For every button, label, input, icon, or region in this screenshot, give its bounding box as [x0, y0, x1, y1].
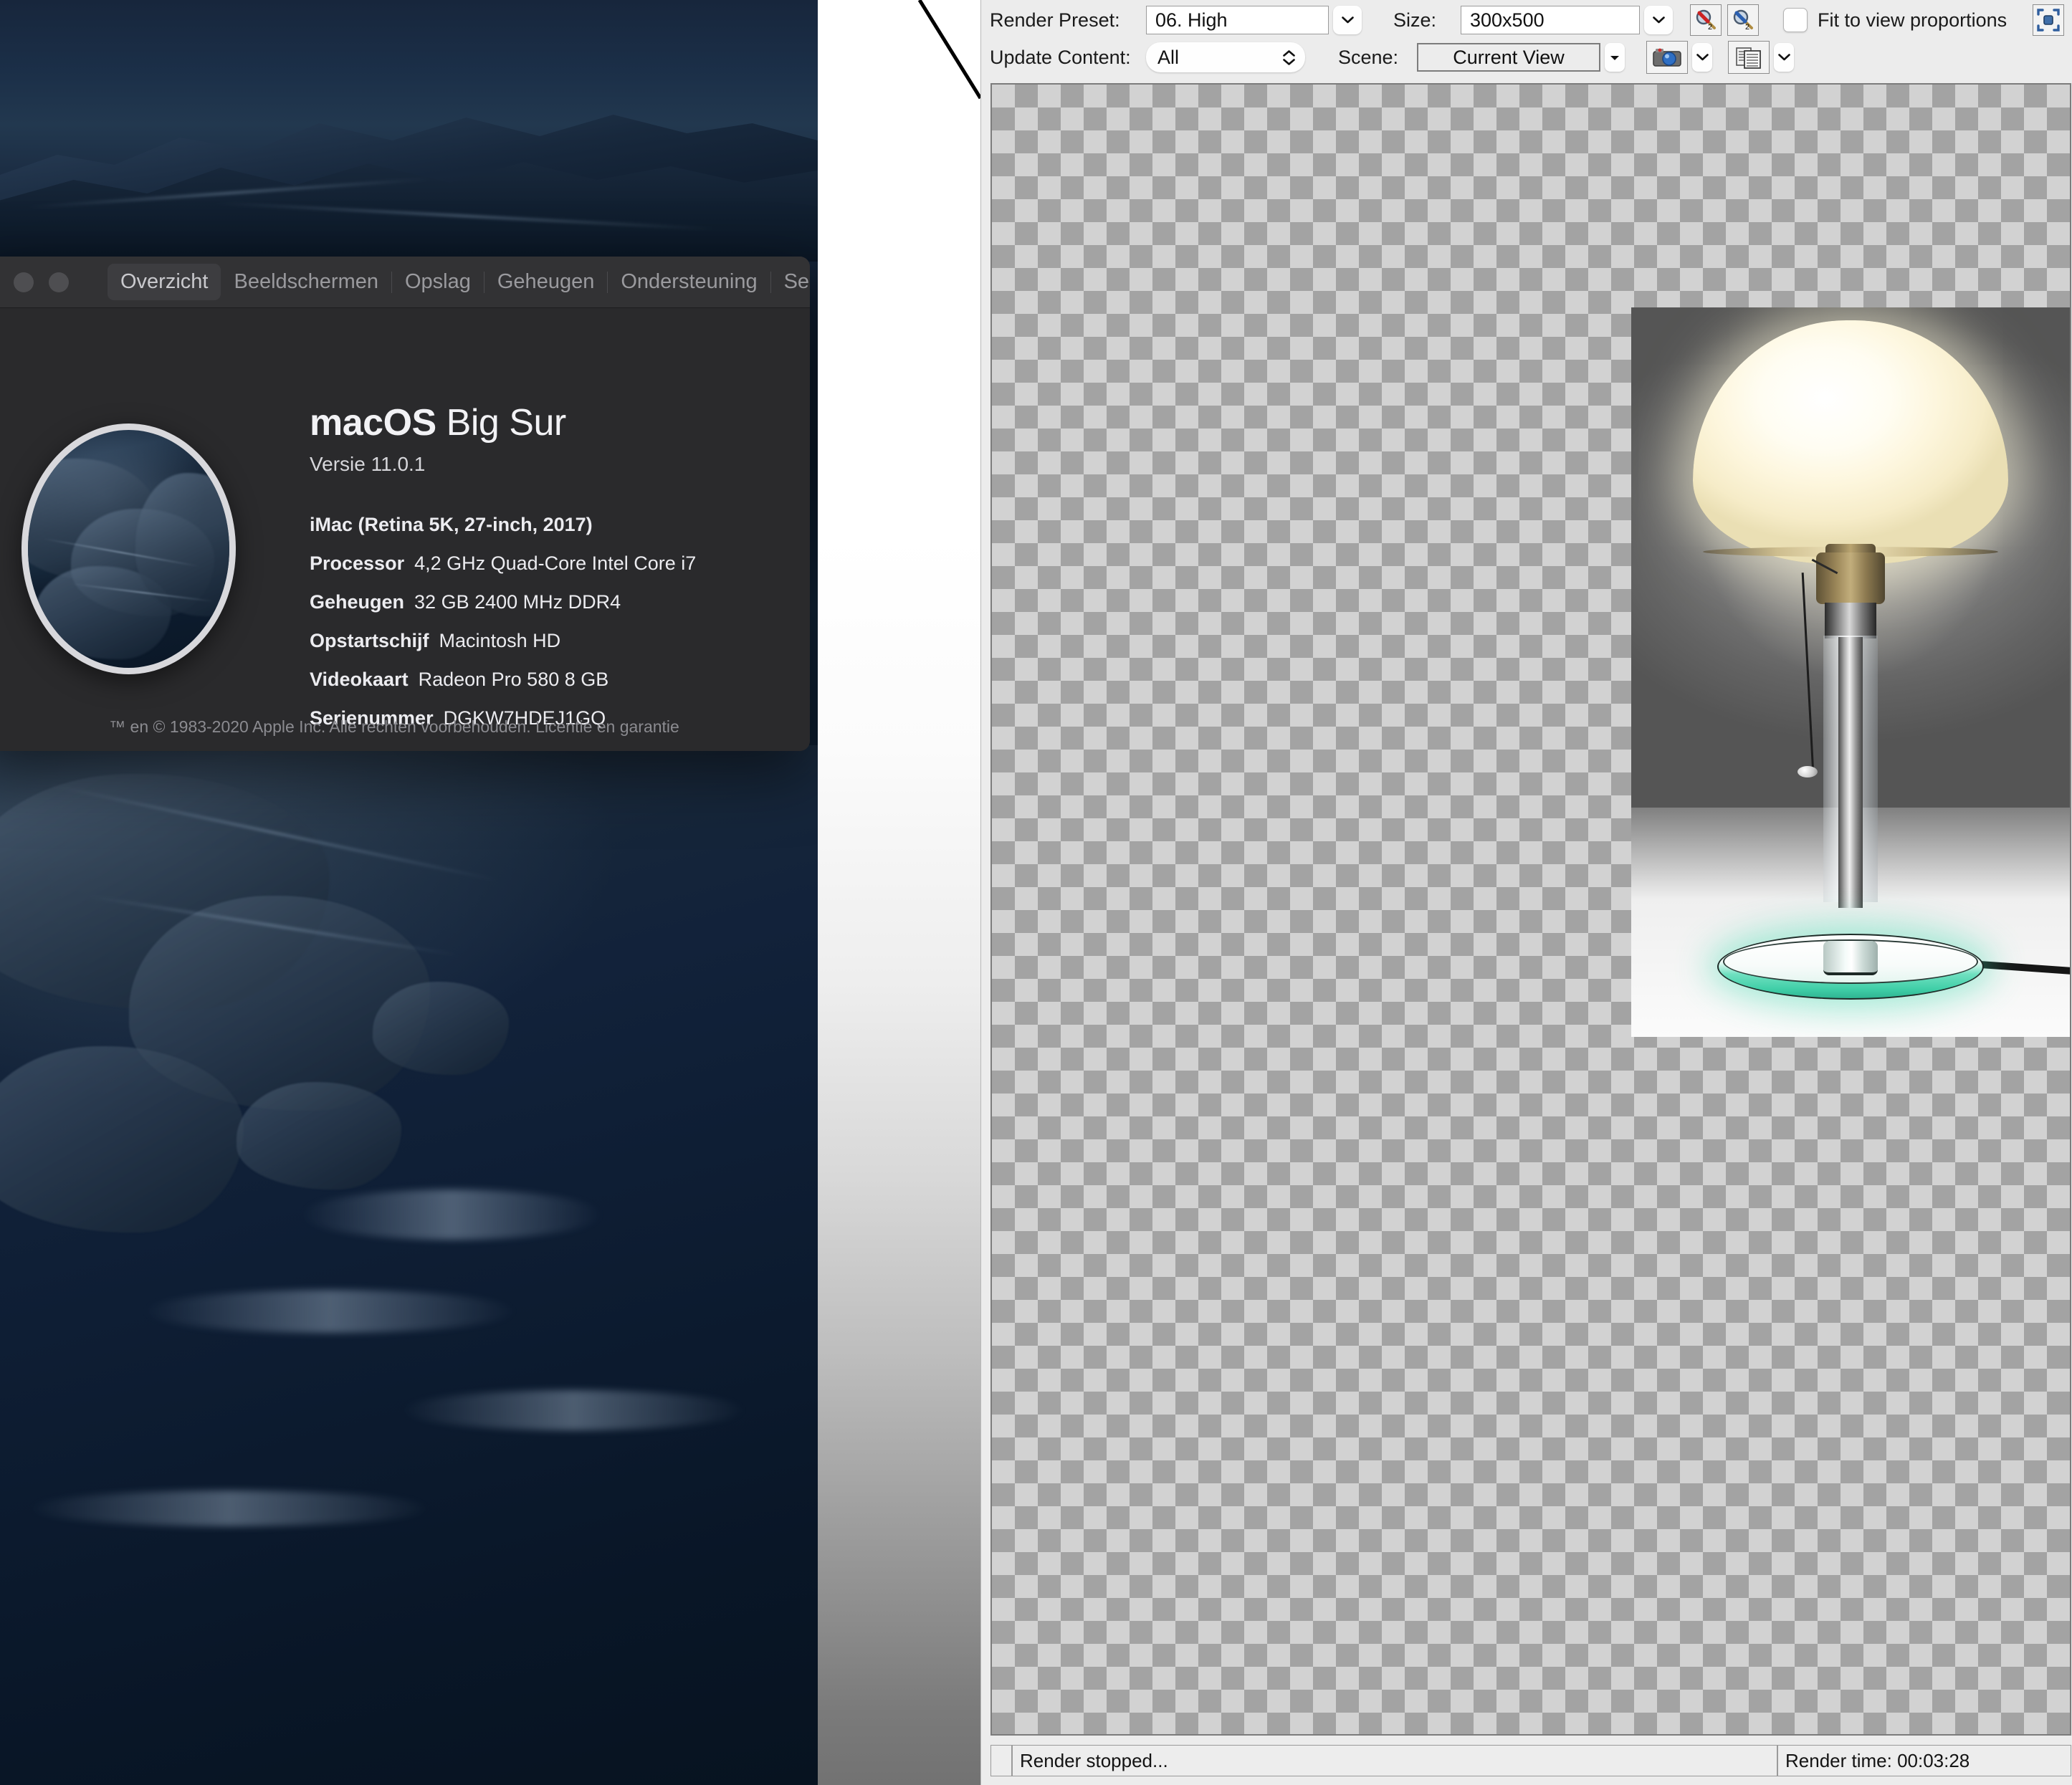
- camera-icon: [1653, 48, 1681, 67]
- spec-row: Videokaart Radeon Pro 580 8 GB: [310, 669, 783, 691]
- mac-desktop-picture: [22, 423, 236, 674]
- zoom-in-button[interactable]: 2: [1690, 4, 1722, 36]
- chevron-down-icon: [1341, 16, 1354, 24]
- spec-row: Processor 4,2 GHz Quad-Core Intel Core i7: [310, 552, 783, 575]
- size-field[interactable]: 300x500: [1461, 6, 1640, 34]
- update-content-value: All: [1157, 46, 1180, 68]
- spec-key: Processor: [310, 552, 405, 574]
- minimize-button-icon[interactable]: [14, 272, 34, 292]
- fit-to-view-checkbox[interactable]: [1783, 8, 1808, 32]
- chevron-down-icon: [1652, 16, 1665, 24]
- update-content-stepper[interactable]: All: [1146, 42, 1305, 72]
- render-toolbar: Render Preset: 06. High Size: 300x500 2: [981, 0, 2072, 80]
- tab-bar: Overzicht Beeldschermen Opslag Geheugen …: [108, 264, 810, 300]
- spec-value: 4,2 GHz Quad-Core Intel Core i7: [414, 552, 697, 574]
- mac-model: iMac (Retina 5K, 27-inch, 2017): [310, 514, 593, 535]
- fit-to-view-label: Fit to view proportions: [1818, 9, 2007, 31]
- spec-key: Videokaart: [310, 669, 409, 690]
- render-preset-field[interactable]: 06. High: [1146, 6, 1329, 34]
- render-preset-dropdown-button[interactable]: [1333, 6, 1362, 34]
- mac-info-block: macOS Big Sur Versie 11.0.1 iMac (Retina…: [310, 401, 783, 751]
- scene-dropdown-button[interactable]: [1605, 43, 1625, 72]
- copy-button[interactable]: [1728, 41, 1770, 74]
- toolbar-row-bottom: Update Content: All Scene: Current View: [990, 37, 1794, 77]
- fit-region-button[interactable]: [2033, 4, 2065, 36]
- maximize-button-icon[interactable]: [49, 272, 69, 292]
- status-message: Render stopped...: [1012, 1745, 1777, 1776]
- os-title: macOS Big Sur: [310, 401, 783, 444]
- size-label: Size:: [1393, 9, 1437, 31]
- render-time: Render time: 00:03:28: [1777, 1745, 2071, 1776]
- status-indicator-box: [990, 1745, 1012, 1776]
- triangle-down-icon: [1610, 55, 1619, 60]
- tab-ondersteuning[interactable]: Ondersteuning: [608, 264, 770, 300]
- about-this-mac-window: Overzicht Beeldschermen Opslag Geheugen …: [0, 257, 810, 751]
- gradient-panel: [818, 0, 980, 1785]
- camera-button[interactable]: [1646, 41, 1688, 74]
- spec-value: Macintosh HD: [439, 630, 561, 651]
- tab-overzicht[interactable]: Overzicht: [108, 264, 221, 300]
- lamp-shade: [1693, 320, 2008, 564]
- wallpaper-rock: [373, 982, 509, 1075]
- tab-geheugen[interactable]: Geheugen: [484, 264, 607, 300]
- render-status-bar: Render stopped... Render time: 00:03:28: [990, 1745, 2071, 1776]
- spec-row: Geheugen 32 GB 2400 MHz DDR4: [310, 591, 783, 613]
- render-canvas[interactable]: [990, 83, 2071, 1736]
- wallpaper-rock: [0, 1046, 244, 1233]
- lamp-base-hub: [1823, 941, 1878, 975]
- window-body: macOS Big Sur Versie 11.0.1 iMac (Retina…: [0, 308, 810, 751]
- chevron-down-icon: [1696, 54, 1709, 61]
- window-titlebar: Overzicht Beeldschermen Opslag Geheugen …: [0, 257, 810, 308]
- size-dropdown-button[interactable]: [1644, 6, 1673, 34]
- lamp-pull-knob: [1798, 766, 1818, 777]
- render-window: Render Preset: 06. High Size: 300x500 2: [980, 0, 2072, 1785]
- lamp-render-image: [1631, 307, 2070, 1037]
- spec-value: Radeon Pro 580 8 GB: [418, 669, 609, 690]
- tab-service[interactable]: Service: [771, 264, 810, 300]
- render-preset-label: Render Preset:: [990, 9, 1120, 31]
- copy-dropdown-button[interactable]: [1774, 43, 1794, 72]
- zoom-out-icon: 2: [1733, 9, 1753, 32]
- svg-text:2: 2: [1745, 23, 1749, 32]
- screenshot-root: Overzicht Beeldschermen Opslag Geheugen …: [0, 0, 2072, 1785]
- update-content-label: Update Content:: [990, 46, 1131, 68]
- wallpaper-surf: [29, 1490, 430, 1526]
- lamp-chrome-collar: [1825, 603, 1876, 638]
- copy-icon: [1736, 47, 1761, 69]
- spec-key: Opstartschijf: [310, 630, 429, 651]
- os-version: Versie 11.0.1: [310, 453, 426, 475]
- tab-opslag[interactable]: Opslag: [392, 264, 484, 300]
- traffic-light-group: [0, 272, 69, 292]
- chevron-down-icon: [1777, 54, 1790, 61]
- zoom-in-icon: 2: [1696, 9, 1716, 32]
- scene-label: Scene:: [1338, 46, 1399, 68]
- svg-text:2: 2: [1708, 23, 1712, 32]
- wallpaper-surf: [301, 1190, 602, 1240]
- wallpaper-surf: [143, 1290, 516, 1333]
- spec-row: Opstartschijf Macintosh HD: [310, 630, 783, 652]
- spec-value: 32 GB 2400 MHz DDR4: [414, 591, 621, 613]
- scene-button[interactable]: Current View: [1417, 43, 1600, 72]
- wallpaper-rock: [237, 1082, 401, 1190]
- spec-key: Geheugen: [310, 591, 405, 613]
- toolbar-row-top: Render Preset: 06. High Size: 300x500 2: [990, 0, 2065, 40]
- stepper-arrows-icon: [1283, 49, 1295, 65]
- chevron-down-icon: [1283, 58, 1295, 65]
- wallpaper-surf: [401, 1390, 745, 1430]
- chevron-up-icon: [1283, 49, 1295, 57]
- os-name-rest: Big Sur: [436, 402, 567, 444]
- lamp-chrome-stem: [1838, 637, 1863, 908]
- tab-beeldschermen[interactable]: Beeldschermen: [221, 264, 391, 300]
- fit-region-icon: [2037, 9, 2060, 32]
- camera-dropdown-button[interactable]: [1692, 43, 1712, 72]
- copyright-footer: ™ en © 1983-2020 Apple Inc. Alle rechten…: [109, 717, 679, 736]
- os-name-bold: macOS: [310, 402, 436, 444]
- zoom-out-button[interactable]: 2: [1727, 4, 1759, 36]
- lamp-brass-socket: [1816, 552, 1885, 604]
- wallpaper-coastline: [0, 745, 818, 1785]
